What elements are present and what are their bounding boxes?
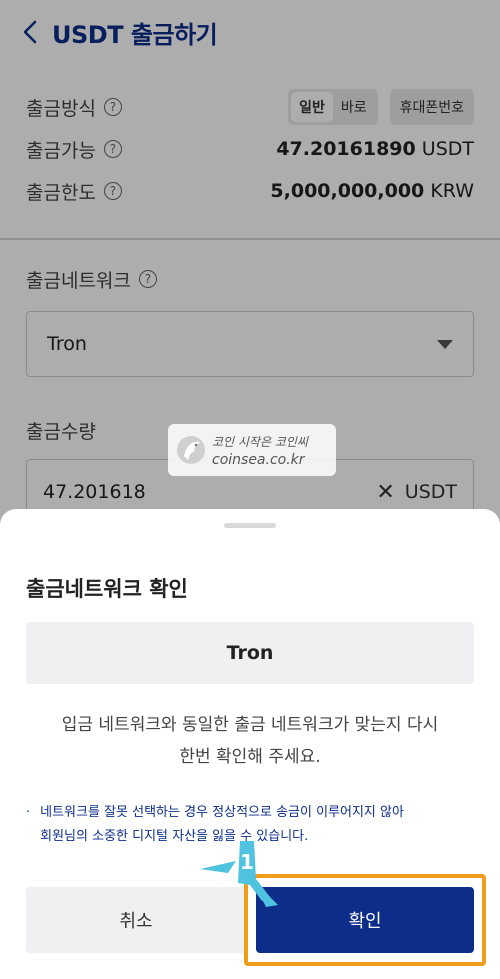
confirm-message: 입금 네트워크와 동일한 출금 네트워크가 맞는지 다시 한번 확인해 주세요. (26, 709, 474, 773)
bullet-icon: · (26, 805, 31, 820)
network-confirm-sheet: 출금네트워크 확인 Tron 입금 네트워크와 동일한 출금 네트워크가 맞는지… (0, 509, 500, 979)
step-callout-arrow-icon: 1 (200, 841, 278, 907)
step-number: 1 (240, 850, 254, 874)
dolphin-logo-icon (177, 436, 205, 464)
sheet-title: 출금네트워크 확인 (26, 577, 188, 601)
sheet-handle[interactable] (224, 523, 276, 528)
watermark-url: coinsea.co.kr (212, 451, 305, 468)
confirm-message-line: 한번 확인해 주세요. (179, 747, 321, 767)
watermark-slogan: 코인 시작은 코인씨 (212, 434, 308, 449)
confirm-network-value: Tron (26, 622, 474, 684)
watermark: 코인 시작은 코인씨 coinsea.co.kr (168, 424, 336, 476)
confirm-message-line: 입금 네트워크와 동일한 출금 네트워크가 맞는지 다시 (61, 715, 439, 735)
watermark-text: 코인 시작은 코인씨 coinsea.co.kr (212, 433, 308, 468)
